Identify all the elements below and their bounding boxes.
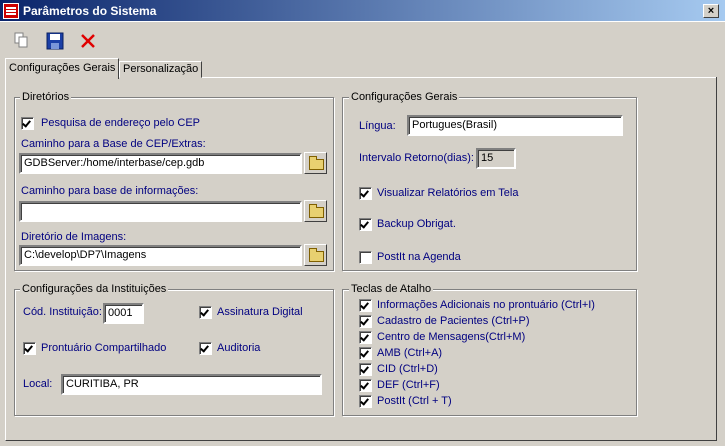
images-dir-browse-button[interactable] xyxy=(304,244,327,266)
instituicoes-legend: Configurações da Instituições xyxy=(20,283,169,296)
cod-instituicao-input[interactable]: 0001 xyxy=(103,303,144,324)
auditoria-label: Auditoria xyxy=(217,342,261,354)
atalho-checkbox[interactable] xyxy=(359,379,372,392)
info-path-label: Caminho para base de informações: xyxy=(21,185,199,197)
close-button[interactable]: × xyxy=(703,4,719,18)
atalho-checkbox[interactable] xyxy=(359,395,372,408)
lingua-label: Língua: xyxy=(359,120,396,132)
cep-path-browse-button[interactable] xyxy=(304,152,327,174)
save-button[interactable] xyxy=(44,30,66,52)
atalho-label: Centro de Mensagens(Ctrl+M) xyxy=(377,331,526,343)
atalho-label: PostIt (Ctrl + T) xyxy=(377,395,452,407)
prontuario-checkbox[interactable] xyxy=(23,342,36,355)
teclas-legend: Teclas de Atalho xyxy=(349,283,434,296)
diretorios-legend: Diretórios xyxy=(20,91,72,104)
app-icon xyxy=(3,3,19,19)
atalho-checkbox[interactable] xyxy=(359,299,372,312)
postit-agenda-label: PostIt na Agenda xyxy=(377,251,461,263)
atalho-checkbox[interactable] xyxy=(359,315,372,328)
intervalo-label: Intervalo Retorno(dias): xyxy=(359,152,474,164)
backup-label: Backup Obrigat. xyxy=(377,218,456,230)
window-title: Parâmetros do Sistema xyxy=(23,4,157,18)
backup-checkbox[interactable] xyxy=(359,218,372,231)
assinatura-label: Assinatura Digital xyxy=(217,306,303,318)
visualizar-checkbox[interactable] xyxy=(359,187,372,200)
folder-icon xyxy=(309,204,324,218)
atalho-label: Informações Adicionais no prontuário (Ct… xyxy=(377,299,595,311)
local-label: Local: xyxy=(23,378,53,390)
prontuario-label: Prontuário Compartilhado xyxy=(41,342,167,354)
save-icon xyxy=(46,32,64,50)
copy-button[interactable] xyxy=(10,30,32,52)
atalho-label: DEF (Ctrl+F) xyxy=(377,379,440,391)
info-path-browse-button[interactable] xyxy=(304,200,327,222)
atalho-label: CID (Ctrl+D) xyxy=(377,363,438,375)
atalho-checkbox[interactable] xyxy=(359,347,372,360)
atalho-checkbox[interactable] xyxy=(359,331,372,344)
assinatura-checkbox[interactable] xyxy=(199,306,212,319)
intervalo-input[interactable]: 15 xyxy=(476,148,516,169)
atalho-label: Cadastro de Pacientes (Ctrl+P) xyxy=(377,315,530,327)
folder-icon xyxy=(309,156,324,170)
delete-button[interactable] xyxy=(77,30,99,52)
auditoria-checkbox[interactable] xyxy=(199,342,212,355)
cod-instituicao-label: Cód. Instituição: xyxy=(23,306,102,318)
images-dir-input[interactable]: C:\develop\DP7\Imagens xyxy=(19,245,302,266)
delete-icon xyxy=(81,34,95,48)
visualizar-label: Visualizar Relatórios em Tela xyxy=(377,187,519,199)
cep-path-label: Caminho para a Base de CEP/Extras: xyxy=(21,138,206,150)
config-gerais-legend: Configurações Gerais xyxy=(349,91,460,104)
folder-icon xyxy=(309,248,324,262)
info-path-input[interactable] xyxy=(19,201,302,222)
atalho-label: AMB (Ctrl+A) xyxy=(377,347,443,359)
cep-search-checkbox[interactable] xyxy=(21,117,34,130)
copy-icon xyxy=(14,32,28,48)
cep-path-input[interactable]: GDBServer:/home/interbase/cep.gdb xyxy=(19,153,302,174)
tab-configuracoes-gerais[interactable]: Configurações Gerais xyxy=(5,58,119,79)
cep-search-label: Pesquisa de endereço pelo CEP xyxy=(41,117,200,129)
title-bar: Parâmetros do Sistema × xyxy=(0,0,725,22)
images-dir-label: Diretório de Imagens: xyxy=(21,231,127,243)
atalho-checkbox[interactable] xyxy=(359,363,372,376)
lingua-input[interactable]: Portugues(Brasil) xyxy=(407,115,623,136)
tab-personalizacao[interactable]: Personalização xyxy=(119,61,202,78)
postit-agenda-checkbox[interactable] xyxy=(359,251,372,264)
local-input[interactable]: CURITIBA, PR xyxy=(61,374,322,395)
